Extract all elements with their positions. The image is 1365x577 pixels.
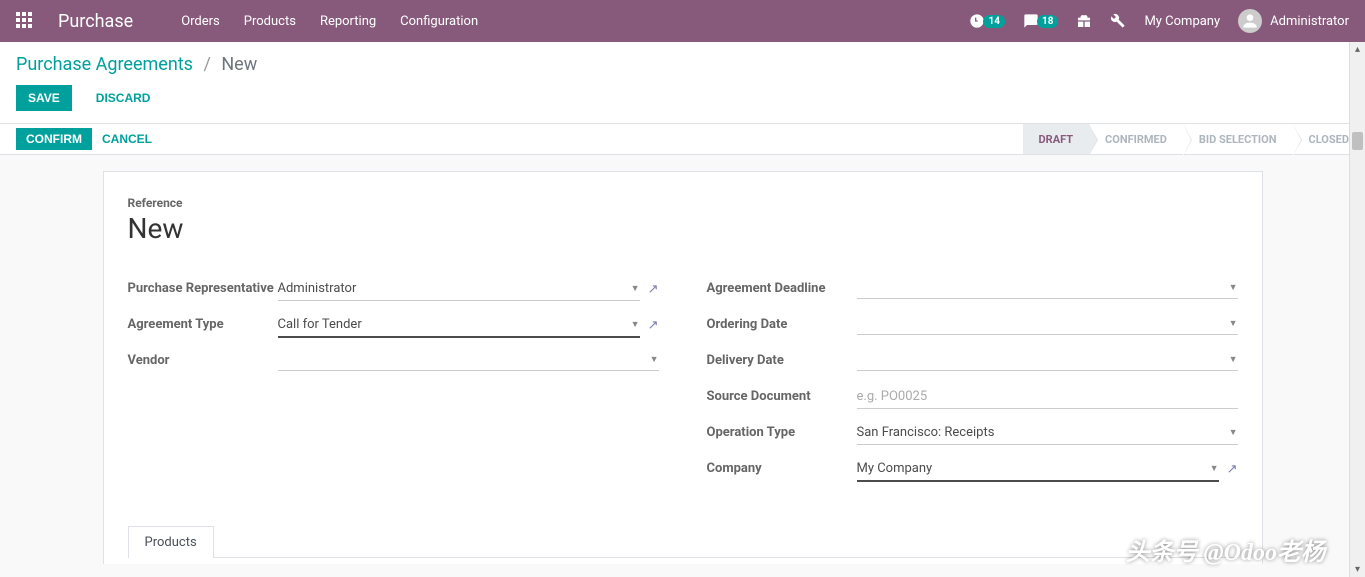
form-sheet: Reference New Purchase Representative Ad… [103, 171, 1263, 564]
nav-configuration[interactable]: Configuration [400, 14, 478, 29]
status-draft[interactable]: DRAFT [1023, 124, 1090, 154]
nav-menu: Orders Products Reporting Configuration [181, 14, 478, 29]
discard-button[interactable]: DISCARD [84, 85, 163, 111]
products-table: Product Custom Description Quantity Orde… [128, 558, 1238, 564]
status-bid-selection[interactable]: BID SELECTION [1183, 124, 1293, 154]
scroll-thumb[interactable] [1352, 132, 1363, 150]
caret-down-icon: ▼ [1229, 427, 1238, 438]
col-uom: UoM [1015, 558, 1093, 564]
ordering-input[interactable]: ▼ [857, 313, 1238, 335]
scroll-up-icon[interactable]: ▴ [1350, 44, 1365, 55]
tab-products[interactable]: Products [128, 526, 214, 558]
top-nav: Purchase Orders Products Reporting Confi… [0, 0, 1365, 42]
source-label: Source Document [707, 385, 857, 404]
col-price: Unit Price [1093, 558, 1238, 564]
company-input[interactable]: My Company▼ [857, 457, 1219, 482]
caret-down-icon: ▼ [631, 319, 640, 330]
scroll-down-icon[interactable]: ▾ [1350, 564, 1365, 575]
messaging-badge: 18 [1037, 15, 1058, 28]
cancel-button[interactable]: CANCEL [92, 128, 162, 150]
company-switcher[interactable]: My Company [1144, 14, 1220, 29]
reference-value: New [128, 212, 1238, 245]
type-input[interactable]: Call for Tender▼ [278, 313, 640, 338]
deadline-label: Agreement Deadline [707, 277, 857, 296]
company-label: Company [707, 457, 857, 476]
confirm-button[interactable]: CONFIRM [16, 128, 92, 150]
breadcrumb-parent[interactable]: Purchase Agreements [16, 54, 193, 75]
optype-input[interactable]: San Francisco: Receipts▼ [857, 421, 1238, 445]
form-col-right: Agreement Deadline ▼ Ordering Date ▼ Del… [707, 277, 1238, 493]
wrench-icon[interactable] [1110, 13, 1126, 29]
gift-icon[interactable] [1076, 13, 1092, 29]
user-name: Administrator [1270, 14, 1349, 29]
deadline-input[interactable]: ▼ [857, 277, 1238, 299]
external-link-icon[interactable]: ↗ [648, 282, 659, 297]
user-menu[interactable]: Administrator [1238, 9, 1349, 33]
nav-reporting[interactable]: Reporting [320, 14, 376, 29]
app-brand: Purchase [58, 11, 133, 32]
optype-label: Operation Type [707, 421, 857, 440]
activity-badge: 14 [983, 15, 1004, 28]
avatar-icon [1238, 9, 1262, 33]
breadcrumb-separator: / [203, 54, 210, 75]
ordering-label: Ordering Date [707, 313, 857, 332]
save-button[interactable]: SAVE [16, 85, 72, 111]
status-row: CONFIRM CANCEL DRAFT CONFIRMED BID SELEC… [0, 123, 1365, 155]
rep-label: Purchase Representative [128, 277, 278, 296]
vendor-label: Vendor [128, 349, 278, 368]
breadcrumb: Purchase Agreements / New [0, 42, 1365, 79]
col-desc: Custom Description [372, 558, 683, 564]
form-columns: Purchase Representative Administrator▼ ↗… [128, 277, 1238, 493]
activity-indicator[interactable]: 14 [969, 13, 1004, 29]
form-col-left: Purchase Representative Administrator▼ ↗… [128, 277, 659, 493]
content-area: Reference New Purchase Representative Ad… [0, 155, 1365, 564]
col-ordered: Ordered Qua... [809, 558, 1014, 564]
tabs: Products [128, 525, 1238, 558]
external-link-icon[interactable]: ↗ [648, 318, 659, 333]
caret-down-icon: ▼ [631, 283, 640, 294]
nav-right: 14 18 My Company Administrator [969, 9, 1349, 33]
status-bar: DRAFT CONFIRMED BID SELECTION CLOSED [1023, 124, 1365, 154]
type-label: Agreement Type [128, 313, 278, 332]
reference-label: Reference [128, 196, 1238, 210]
delivery-input[interactable]: ▼ [857, 349, 1238, 371]
rep-input[interactable]: Administrator▼ [278, 277, 640, 301]
source-input[interactable]: e.g. PO0025 [857, 385, 1238, 409]
nav-products[interactable]: Products [244, 14, 296, 29]
caret-down-icon: ▼ [1229, 318, 1238, 329]
col-product: Product [128, 558, 372, 564]
vendor-input[interactable]: ▼ [278, 349, 659, 371]
action-bar: SAVE DISCARD [0, 79, 1365, 123]
caret-down-icon: ▼ [1210, 463, 1219, 474]
nav-orders[interactable]: Orders [181, 14, 220, 29]
breadcrumb-current: New [221, 54, 257, 75]
caret-down-icon: ▼ [1229, 282, 1238, 293]
status-confirmed[interactable]: CONFIRMED [1089, 124, 1183, 154]
caret-down-icon: ▼ [650, 354, 659, 365]
apps-icon[interactable] [16, 12, 34, 30]
external-link-icon[interactable]: ↗ [1227, 462, 1238, 477]
messaging-indicator[interactable]: 18 [1023, 13, 1058, 29]
delivery-label: Delivery Date [707, 349, 857, 368]
scrollbar[interactable]: ▴ ▾ [1349, 42, 1365, 577]
caret-down-icon: ▼ [1229, 354, 1238, 365]
col-qty: Quantity [682, 558, 809, 564]
